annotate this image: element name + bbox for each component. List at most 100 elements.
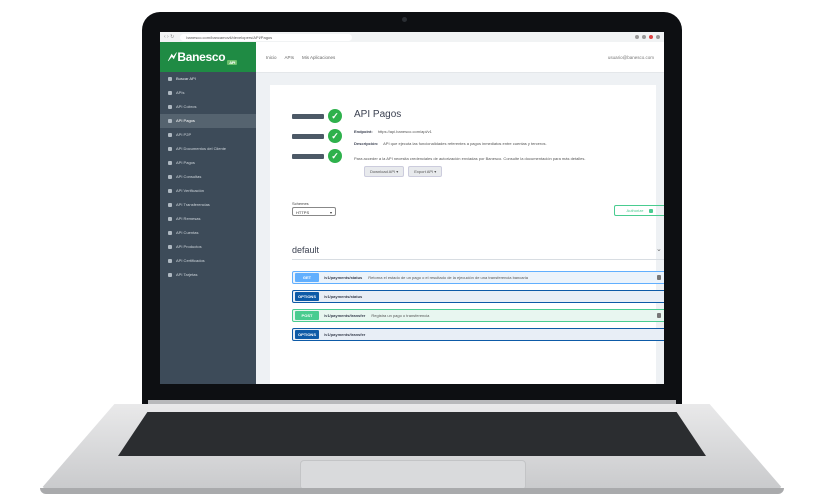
check-circle-icon: ✓ bbox=[328, 109, 342, 123]
brand-logo[interactable]: 🗲 Banesco API bbox=[160, 42, 256, 72]
sidebar-search-label: Buscar API bbox=[176, 76, 196, 81]
sidebar-item-label: API Cuentas bbox=[176, 230, 199, 235]
sidebar-item[interactable]: API Verificación bbox=[160, 184, 256, 198]
api-icon bbox=[168, 245, 172, 249]
method-badge: POST bbox=[295, 311, 319, 320]
status-row: ✓ bbox=[292, 129, 342, 143]
api-icon bbox=[168, 175, 172, 179]
api-icon bbox=[168, 217, 172, 221]
sidebar-item-label: API Certificados bbox=[176, 258, 205, 263]
sidebar-item[interactable]: API Consultas bbox=[160, 170, 256, 184]
authorize-label: Authorize bbox=[626, 208, 644, 213]
download-api-button[interactable]: Download API ▾ bbox=[364, 166, 405, 177]
description-value: API que ejecuta las funcionalidades refe… bbox=[383, 141, 547, 146]
api-note: Para acceder a la API necesita credencia… bbox=[354, 156, 586, 161]
operation-path: /v1/payments/status bbox=[324, 294, 363, 299]
brand-chip: API bbox=[227, 60, 238, 65]
extension-icon[interactable] bbox=[635, 35, 639, 39]
browser-nav-icons[interactable]: ‹ › ↻ bbox=[164, 34, 174, 40]
search-icon bbox=[168, 77, 172, 81]
laptop-keyboard bbox=[118, 412, 706, 456]
status-row: ✓ bbox=[292, 109, 342, 123]
address-bar[interactable]: banesco.com/bancamovil/developers/API/Pa… bbox=[180, 33, 353, 41]
lock-icon[interactable] bbox=[657, 275, 661, 280]
topnav-link[interactable]: Inicio bbox=[266, 55, 277, 60]
lock-icon bbox=[649, 208, 654, 213]
status-indicators: ✓ ✓ ✓ bbox=[292, 109, 342, 169]
keyboard-row bbox=[118, 432, 706, 440]
chevron-down-icon: ▾ bbox=[329, 210, 332, 215]
operation-path: /v1/payments/transfer bbox=[324, 313, 366, 318]
tag-divider bbox=[292, 259, 664, 260]
operation-row[interactable]: POST/v1/payments/transfer Registra un pag… bbox=[292, 309, 664, 322]
user-menu[interactable]: usuario@banesco.com bbox=[608, 55, 654, 60]
extension-icon[interactable] bbox=[642, 35, 646, 39]
api-icon bbox=[168, 203, 172, 207]
sidebar-item[interactable]: API Productos bbox=[160, 240, 256, 254]
check-circle-icon: ✓ bbox=[328, 149, 342, 163]
keyboard-row bbox=[118, 441, 706, 449]
sidebar-item[interactable]: API Certificados bbox=[160, 254, 256, 268]
operation-row[interactable]: OPTIONS/v1/payments/status bbox=[292, 290, 664, 303]
laptop-screen: ‹ › ↻ banesco.com/bancamovil/developers/… bbox=[160, 32, 664, 384]
sidebar-item-label: API Verificación bbox=[176, 188, 205, 193]
trackpad bbox=[300, 460, 526, 490]
sidebar-item[interactable]: API Tarjetas bbox=[160, 268, 256, 282]
api-description: Descripción: API que ejecuta las funcion… bbox=[354, 141, 547, 146]
operation-row[interactable]: OPTIONS/v1/payments/transfer bbox=[292, 328, 664, 341]
sidebar-item[interactable]: API Pagos bbox=[160, 114, 256, 128]
operation-path: /v1/payments/transfer bbox=[324, 332, 366, 337]
sidebar-item[interactable]: API Remesas bbox=[160, 212, 256, 226]
api-endpoint: Endpoint: https://api.banesco.com/api/v1 bbox=[354, 129, 432, 134]
sidebar-item-label: API Pagos bbox=[176, 118, 195, 123]
endpoint-label: Endpoint: bbox=[354, 129, 373, 134]
export-api-button[interactable]: Export API ▾ bbox=[408, 166, 443, 177]
operation-row[interactable]: GET/v1/payments/status Retorna el estado … bbox=[292, 271, 664, 284]
description-label: Descripción: bbox=[354, 141, 379, 146]
chevron-down-icon[interactable]: ⌄ bbox=[656, 245, 662, 253]
topnav-link[interactable]: APIs bbox=[285, 55, 295, 60]
browser-extensions bbox=[635, 35, 660, 39]
sidebar-item[interactable]: API Cobros bbox=[160, 100, 256, 114]
status-bar bbox=[292, 113, 324, 119]
status-row: ✓ bbox=[292, 149, 342, 163]
banesco-logo-icon: 🗲 bbox=[168, 49, 177, 64]
sidebar-item[interactable]: APIs bbox=[160, 86, 256, 100]
schemes-label: Schemes bbox=[292, 201, 309, 206]
sidebar-item-label: API Productos bbox=[176, 244, 202, 249]
lock-icon[interactable] bbox=[657, 313, 661, 318]
api-icon bbox=[168, 133, 172, 137]
sidebar-item[interactable]: API Documentos del Cliente bbox=[160, 142, 256, 156]
endpoint-value[interactable]: https://api.banesco.com/api/v1 bbox=[378, 129, 432, 134]
schemes-select[interactable]: HTTPS ▾ bbox=[292, 207, 336, 216]
api-actions: Download API ▾ Export API ▾ bbox=[364, 166, 443, 177]
sidebar-item-label: API Documentos del Cliente bbox=[176, 146, 227, 151]
main-content: ✓ ✓ ✓ API Pagos Endpoint: https://api.ba… bbox=[256, 73, 664, 384]
api-icon bbox=[168, 147, 172, 151]
api-icon bbox=[168, 119, 172, 123]
sidebar-item-label: API Pagos bbox=[176, 160, 195, 165]
sidebar-item[interactable]: API Cuentas bbox=[160, 226, 256, 240]
menu-icon[interactable] bbox=[656, 35, 660, 39]
sidebar-item[interactable]: API Transferencias bbox=[160, 198, 256, 212]
sidebar-item-label: APIs bbox=[176, 90, 185, 95]
topnav-link[interactable]: Mis Aplicaciones bbox=[302, 55, 335, 60]
method-badge: OPTIONS bbox=[295, 330, 319, 339]
api-icon bbox=[168, 231, 172, 235]
operation-summary: Registra un pago o transferencia bbox=[371, 313, 430, 318]
extension-icon[interactable] bbox=[649, 35, 653, 39]
sidebar-item-label: API Cobros bbox=[176, 104, 197, 109]
api-icon bbox=[168, 161, 172, 165]
webcam bbox=[402, 17, 407, 22]
sidebar-item-label: API Consultas bbox=[176, 174, 202, 179]
operation-summary: Retorna el estado de un pago o el result… bbox=[368, 275, 528, 280]
tag-title[interactable]: default bbox=[292, 245, 319, 255]
method-badge: GET bbox=[295, 273, 319, 282]
sidebar: 🗲 Banesco API Buscar API APIs API Cobros A… bbox=[160, 42, 256, 384]
api-icon bbox=[168, 189, 172, 193]
laptop-base-edge bbox=[40, 488, 784, 494]
authorize-button[interactable]: Authorize bbox=[614, 205, 664, 216]
sidebar-item[interactable]: API Pagos bbox=[160, 156, 256, 170]
sidebar-item[interactable]: API P2P bbox=[160, 128, 256, 142]
sidebar-search[interactable]: Buscar API bbox=[160, 72, 256, 86]
